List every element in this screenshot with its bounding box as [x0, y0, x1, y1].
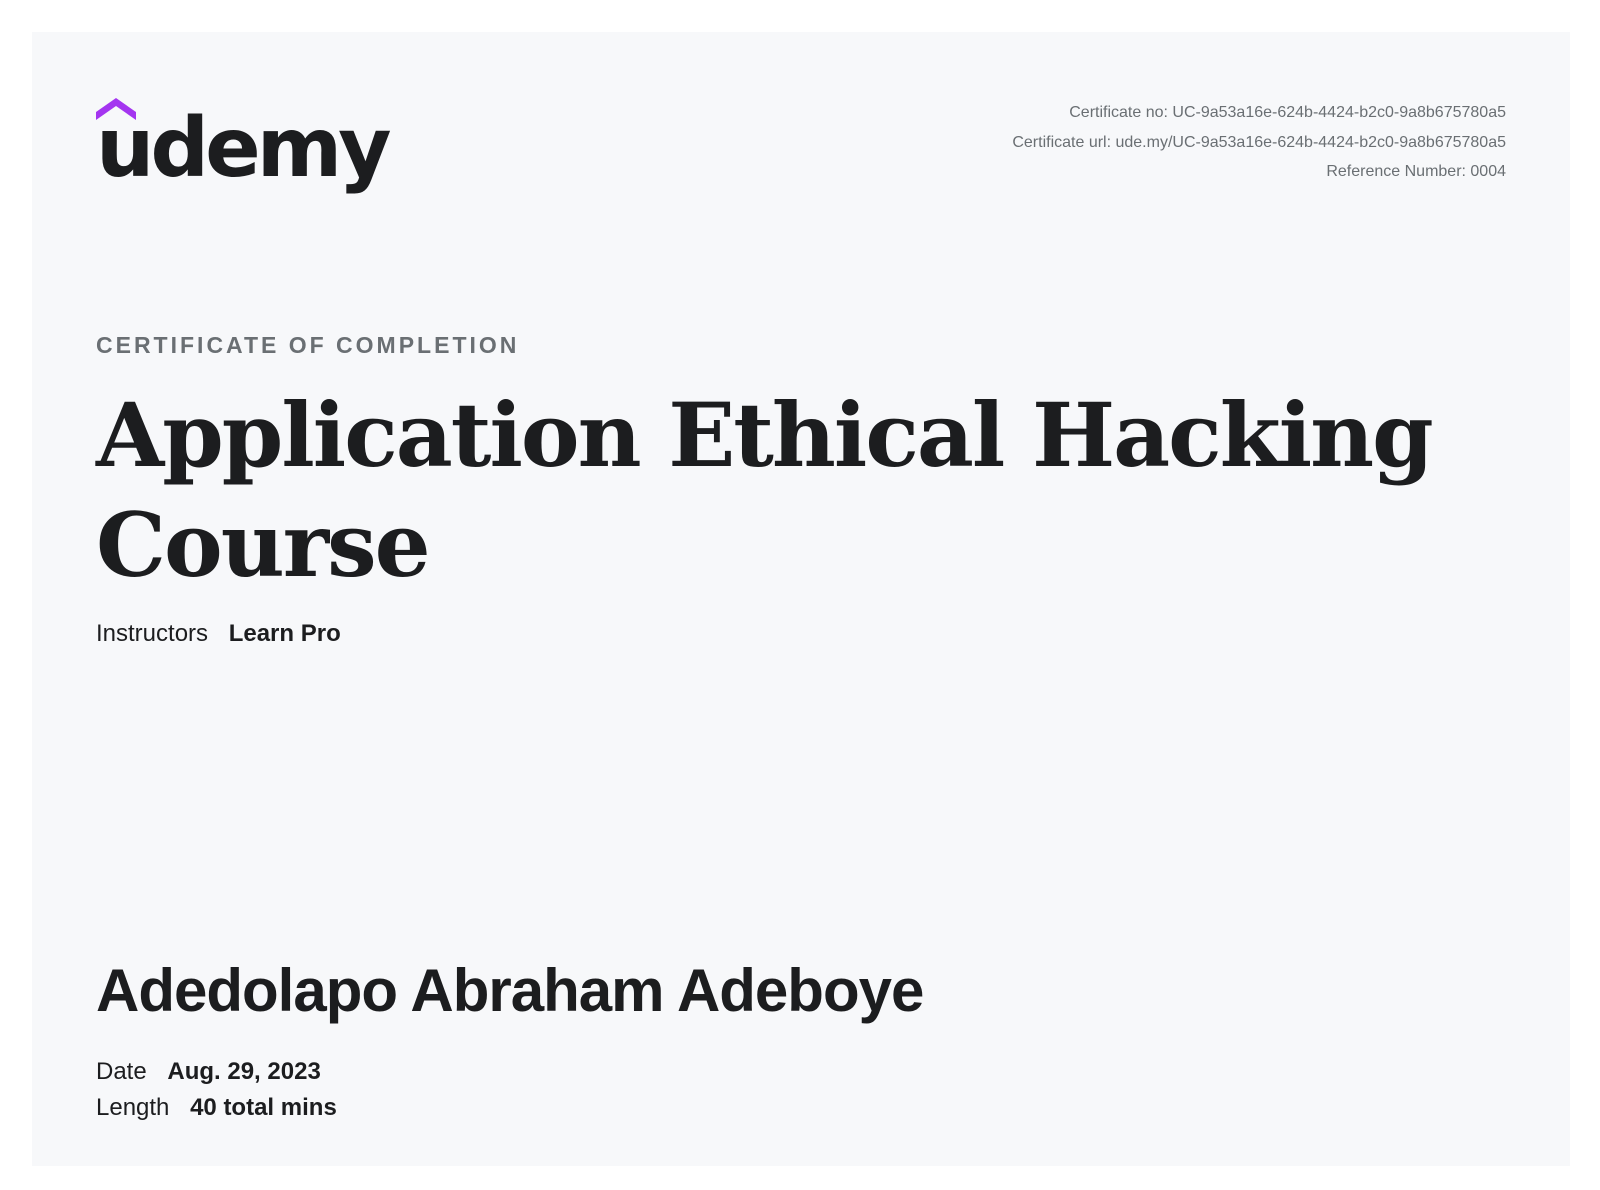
length-row: Length 40 total mins: [96, 1094, 337, 1122]
certificate-url: Certificate url: ude.my/UC-9a53a16e-624b…: [1012, 133, 1506, 151]
instructors-value: Learn Pro: [228, 620, 341, 647]
certificate-meta: Certificate no: UC-9a53a16e-624b-4424-b2…: [1012, 98, 1506, 187]
date-label: Date: [96, 1058, 147, 1085]
logo-wordmark: udemy: [96, 101, 392, 196]
length-value: 40 total mins: [190, 1094, 337, 1121]
course-title: Application Ethical Hacking Course: [96, 383, 1434, 597]
instructors-row: Instructors Learn Pro: [96, 620, 341, 648]
certificate-eyebrow: CERTIFICATE OF COMPLETION: [96, 332, 520, 358]
certificate-number: Certificate no: UC-9a53a16e-624b-4424-b2…: [1069, 104, 1506, 121]
length-label: Length: [96, 1094, 170, 1121]
instructors-label: Instructors: [96, 620, 209, 647]
certificate-card: udemy Certificate no: UC-9a53a16e-624b-4…: [32, 32, 1570, 1166]
recipient-name: Adedolapo Abraham Adeboye: [96, 957, 924, 1024]
reference-number: Reference Number: 0004: [1326, 163, 1506, 180]
udemy-logo: udemy: [96, 96, 392, 206]
date-value: Aug. 29, 2023: [167, 1058, 321, 1085]
date-row: Date Aug. 29, 2023: [96, 1058, 321, 1086]
